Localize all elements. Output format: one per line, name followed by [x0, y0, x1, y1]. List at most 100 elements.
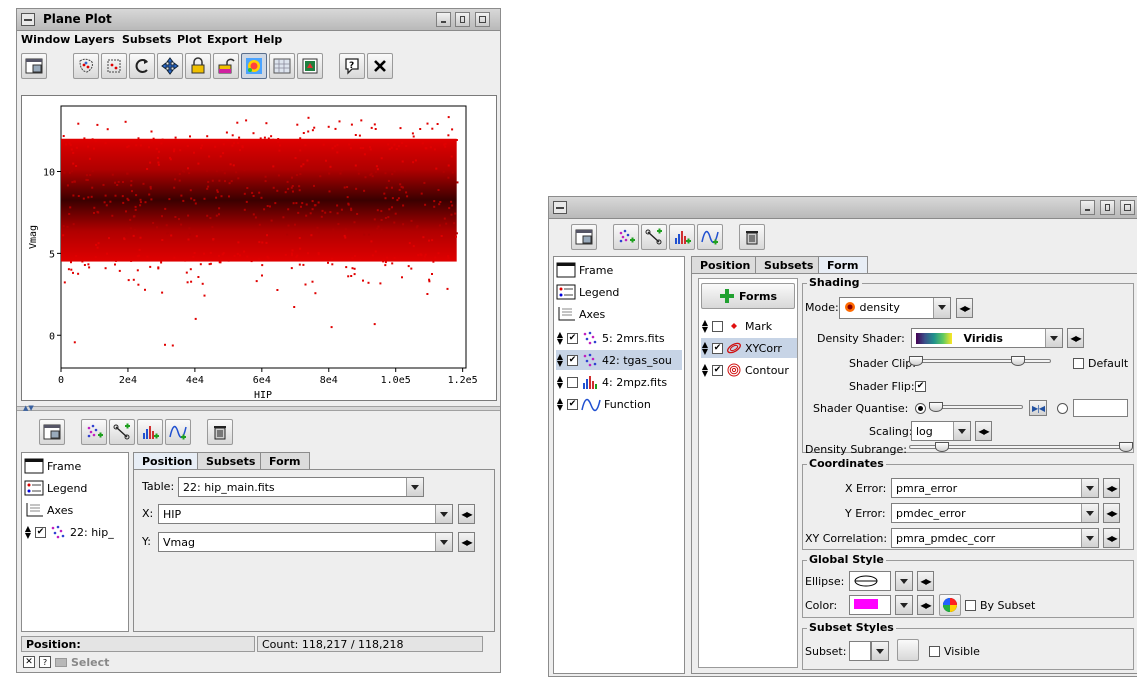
layer-item-table[interactable]: ▲ ▼ ✔ 22: hip_	[24, 522, 128, 542]
tab-subsets[interactable]: Subsets	[197, 452, 265, 470]
prev-next-icon[interactable]: ◀▶	[458, 504, 475, 524]
unlock-icon[interactable]	[213, 53, 239, 79]
default-checkbox[interactable]	[1073, 358, 1084, 369]
prev-next-icon[interactable]: ◀▶	[1103, 503, 1120, 523]
window-icon[interactable]	[39, 419, 65, 445]
tab-position[interactable]: Position	[691, 256, 760, 274]
window-menu-icon[interactable]	[553, 201, 567, 214]
by-subset-checkbox[interactable]	[965, 600, 976, 611]
help-icon[interactable]: ?	[39, 656, 51, 668]
prev-next-icon[interactable]: ◀▶	[1067, 328, 1084, 348]
subrange-low-thumb[interactable]	[935, 442, 949, 452]
title-bar[interactable]	[549, 197, 1137, 219]
xy-correlation-field[interactable]: pmra_pmdec_corr	[891, 528, 1099, 548]
shader-select[interactable]: Viridis	[911, 328, 1063, 348]
prev-next-icon[interactable]: ◀▶	[458, 532, 475, 552]
chevron-down-icon[interactable]	[933, 298, 950, 318]
table-select[interactable]: 22: hip_main.fits	[178, 477, 424, 497]
subset-style-button[interactable]	[897, 639, 919, 661]
color-dropdown[interactable]	[895, 595, 913, 615]
window-icon[interactable]	[21, 53, 47, 79]
tab-form[interactable]: Form	[260, 452, 310, 470]
y-column-field[interactable]: Vmag	[158, 532, 453, 552]
form-visible-checkbox[interactable]: ✔	[712, 364, 723, 376]
layer-item-axes[interactable]: Axes	[556, 304, 605, 324]
color-wheel-icon[interactable]	[939, 594, 961, 616]
prev-next-icon[interactable]: ◀▶	[917, 571, 934, 591]
chevron-down-icon[interactable]	[435, 533, 452, 551]
chevron-down-icon[interactable]	[435, 505, 452, 523]
title-bar[interactable]: Plane Plot	[17, 9, 500, 31]
prev-next-icon[interactable]: ◀▶	[917, 595, 934, 615]
clip-high-thumb[interactable]	[1011, 356, 1025, 366]
reorder-icon[interactable]: ▲ ▼	[556, 353, 564, 368]
menu-export[interactable]: Export	[207, 33, 248, 46]
reorder-icon[interactable]: ▲ ▼	[24, 525, 32, 540]
tab-position[interactable]: Position	[133, 452, 202, 470]
add-scatter-icon[interactable]	[81, 419, 107, 445]
chevron-down-icon[interactable]	[1081, 479, 1098, 497]
prev-next-icon[interactable]: ◀▶	[1103, 478, 1120, 498]
y-error-field[interactable]: pmdec_error	[891, 503, 1099, 523]
reorder-icon[interactable]: ▲ ▼	[701, 319, 709, 334]
select-region-icon[interactable]	[101, 53, 127, 79]
layer-item-tgas[interactable]: ▲ ▼ ✔ 42: tgas_sou	[556, 350, 682, 370]
delete-icon[interactable]	[207, 419, 233, 445]
form-visible-checkbox[interactable]: ✔	[712, 342, 723, 354]
layer-item-frame[interactable]: Frame	[24, 456, 81, 476]
menu-layers[interactable]: Layers	[74, 33, 115, 46]
replot-icon[interactable]	[129, 53, 155, 79]
subrange-high-thumb[interactable]	[1119, 442, 1133, 452]
lock-icon[interactable]	[185, 53, 211, 79]
restore-icon[interactable]	[1100, 200, 1115, 215]
add-pair-icon[interactable]	[109, 419, 135, 445]
plot-canvas[interactable]: 0 2e4 4e4 6e4 8e4 1.0e5 1.2e5 0 5 10 HIP Vmag	[21, 95, 497, 401]
grid-icon[interactable]	[269, 53, 295, 79]
form-item-mark[interactable]: ▲ ▼ Mark	[701, 316, 772, 336]
scaling-select[interactable]: log	[911, 421, 971, 441]
reorder-icon[interactable]: ▲ ▼	[556, 331, 564, 346]
quantise-slider-radio[interactable]	[915, 403, 926, 414]
visible-checkbox[interactable]	[929, 646, 940, 657]
menu-plot[interactable]: Plot	[177, 33, 202, 46]
quantise-step-icon[interactable]: ▶|◀	[1029, 400, 1047, 416]
layer-item-legend[interactable]: Legend	[556, 282, 619, 302]
ellipse-dropdown[interactable]	[895, 571, 913, 591]
layer-item-2mpz[interactable]: ▲ ▼ 4: 2mpz.fits	[556, 372, 682, 392]
layer-visible-checkbox[interactable]	[567, 376, 578, 388]
maximize-icon[interactable]	[1120, 200, 1135, 215]
subset-select[interactable]	[849, 641, 871, 661]
shader-flip-checkbox[interactable]: ✔	[915, 381, 926, 392]
form-item-contour[interactable]: ▲ ▼ ✔ Contour	[701, 360, 789, 380]
minimize-icon[interactable]	[1080, 200, 1095, 215]
reorder-icon[interactable]: ▲ ▼	[556, 397, 564, 412]
forms-button[interactable]: Forms	[701, 283, 795, 309]
collapse-arrows-icon[interactable]: ▲▼	[23, 404, 34, 412]
chevron-down-icon[interactable]	[406, 478, 423, 496]
clip-low-thumb[interactable]	[909, 356, 923, 366]
quantise-text-radio[interactable]	[1057, 403, 1068, 414]
select-points-icon[interactable]	[73, 53, 99, 79]
add-function-icon[interactable]	[697, 224, 723, 250]
restore-icon[interactable]	[455, 12, 470, 27]
add-scatter-icon[interactable]	[613, 224, 639, 250]
select-label[interactable]: Select	[71, 656, 109, 669]
add-histogram-icon[interactable]	[669, 224, 695, 250]
menu-window[interactable]: Window	[21, 33, 70, 46]
chevron-down-icon[interactable]	[1045, 329, 1062, 347]
layer-visible-checkbox[interactable]: ✔	[567, 354, 578, 366]
form-item-xycorr[interactable]: ▲ ▼ ✔ XYCorr	[701, 338, 797, 358]
help-icon[interactable]: ?	[339, 53, 365, 79]
close-selection-icon[interactable]: ✕	[23, 656, 35, 668]
shader-clip-slider[interactable]	[911, 359, 1051, 363]
chevron-down-icon[interactable]	[872, 642, 888, 660]
form-visible-checkbox[interactable]	[712, 320, 723, 332]
reorder-icon[interactable]: ▲ ▼	[701, 363, 709, 378]
rainbow-icon[interactable]	[241, 53, 267, 79]
maximize-icon[interactable]	[475, 12, 490, 27]
chevron-down-icon[interactable]	[953, 422, 970, 440]
navigate-icon[interactable]	[157, 53, 183, 79]
prev-next-icon[interactable]: ◀▶	[956, 298, 973, 318]
layer-visible-checkbox[interactable]: ✔	[567, 332, 578, 344]
layer-item-function[interactable]: ▲ ▼ ✔ Function	[556, 394, 682, 414]
